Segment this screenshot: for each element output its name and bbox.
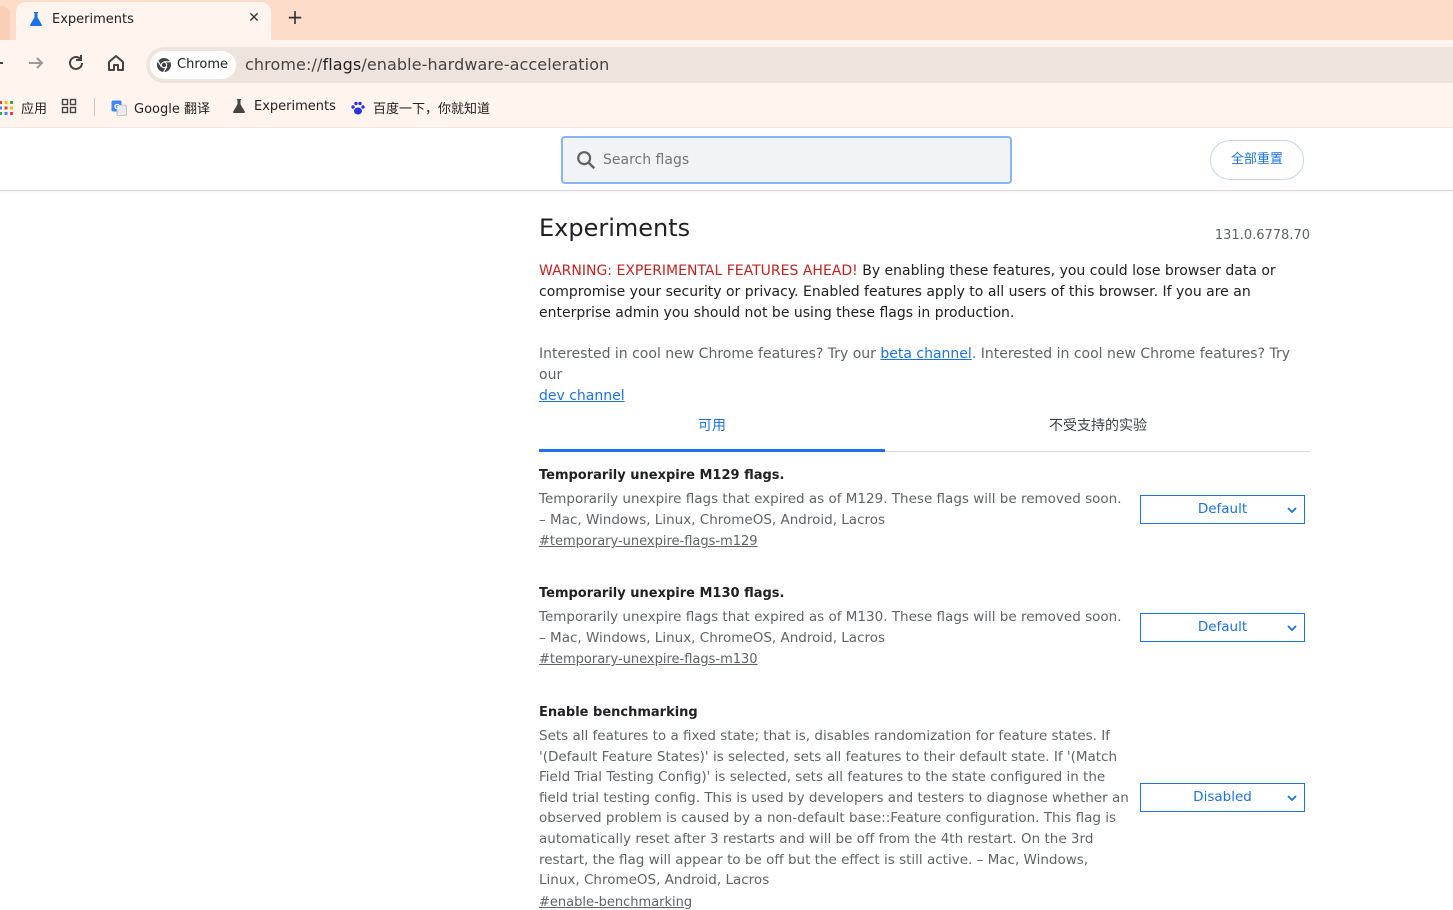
tab-groups-icon	[61, 98, 77, 114]
reload-icon[interactable]	[64, 51, 88, 75]
experiment-description: Temporarily unexpire flags that expired …	[539, 609, 1122, 646]
reset-all-button[interactable]: 全部重置	[1210, 140, 1304, 180]
forward-arrow-icon[interactable]	[24, 51, 48, 75]
flask-icon	[30, 12, 42, 26]
bookmark-label: Google 翻译	[134, 102, 210, 117]
address-bar[interactable]: Chrome chrome://flags/enable-hardware-ac…	[146, 47, 1453, 83]
bookmark-separator	[94, 98, 95, 116]
flags-header: 全部重置	[0, 128, 1453, 191]
experiment-description: Sets all features to a fixed state; that…	[539, 728, 1129, 889]
bookmark-label: 百度一下，你就知道	[373, 102, 491, 117]
home-icon[interactable]	[104, 51, 128, 75]
back-arrow-icon[interactable]	[0, 51, 16, 75]
experiment-permalink[interactable]: #temporary-unexpire-flags-m130	[539, 652, 758, 667]
close-icon[interactable]: ✕	[245, 9, 263, 27]
bookmark-label: 应用	[21, 102, 48, 117]
experiment-description: Temporarily unexpire flags that expired …	[539, 491, 1122, 528]
search-input[interactable]	[603, 138, 1003, 182]
select-value: Default	[1197, 619, 1248, 635]
svg-text:G: G	[114, 103, 120, 111]
url-scheme: chrome://	[245, 55, 323, 74]
tab-strip: Experiments ✕ +	[0, 0, 1453, 40]
select-value: Disabled	[1193, 789, 1252, 805]
experiment-state-select[interactable]: Disabled	[1140, 783, 1305, 812]
chevron-down-icon	[1287, 625, 1297, 632]
new-tab-button[interactable]: +	[284, 7, 306, 29]
bookmark-baidu[interactable]: 百度一下，你就知道	[350, 98, 490, 117]
experiment-name: Temporarily unexpire M129 flags.	[539, 468, 785, 483]
experiment-name: Temporarily unexpire M130 flags.	[539, 586, 785, 601]
tab-title: Experiments	[52, 12, 134, 27]
flask-icon	[233, 99, 245, 113]
search-icon	[577, 151, 596, 170]
experiment-item: Temporarily unexpire M129 flags. Tempora…	[539, 468, 1310, 549]
warning-label: WARNING: EXPERIMENTAL FEATURES AHEAD!	[539, 263, 858, 279]
tab-available[interactable]: 可用	[539, 412, 885, 452]
tab-experiments[interactable]: Experiments ✕	[16, 2, 271, 40]
search-box[interactable]	[561, 136, 1012, 184]
previous-tab-edge[interactable]	[0, 6, 10, 40]
site-chip-label: Chrome	[177, 57, 228, 72]
chrome-logo-icon	[157, 58, 171, 73]
experiment-name: Enable benchmarking	[539, 705, 698, 720]
beta-channel-link[interactable]: beta channel	[880, 346, 971, 362]
select-value: Default	[1197, 501, 1248, 517]
site-info-chip[interactable]: Chrome	[150, 51, 236, 79]
chevron-down-icon	[1287, 507, 1297, 514]
url-path: /enable-hardware-acceleration	[361, 55, 610, 74]
tab-unavailable[interactable]: 不受支持的实验	[925, 412, 1271, 452]
channel-text-1: Interested in cool new Chrome features? …	[539, 346, 881, 362]
chevron-down-icon	[1287, 795, 1297, 802]
experiment-item: Temporarily unexpire M130 flags. Tempora…	[539, 586, 1310, 667]
flags-tabs: 可用 不受支持的实验	[539, 412, 1310, 452]
channel-info: Interested in cool new Chrome features? …	[539, 344, 1310, 407]
experiment-state-select[interactable]: Default	[1140, 495, 1305, 524]
bookmarks-bar: 应用 G Google 翻译 Experiments 百度一下，你就知道	[0, 86, 1453, 128]
bookmark-label: Experiments	[254, 98, 336, 114]
google-translate-icon: G	[111, 100, 127, 116]
bookmark-apps[interactable]: 应用	[0, 98, 47, 117]
bookmark-tab-groups[interactable]	[61, 98, 84, 114]
version-label: 131.0.6778.70	[1214, 228, 1310, 243]
experiment-item: Enable benchmarking Sets all features to…	[539, 705, 1310, 910]
url-host: flags	[322, 55, 362, 74]
bookmark-experiments[interactable]: Experiments	[231, 98, 336, 114]
experiment-state-select[interactable]: Default	[1140, 613, 1305, 642]
dev-channel-link[interactable]: dev channel	[539, 388, 625, 404]
page-title: Experiments	[539, 214, 691, 242]
toolbar: Chrome chrome://flags/enable-hardware-ac…	[0, 40, 1453, 86]
bookmark-google-translate[interactable]: G Google 翻译	[111, 98, 210, 117]
experiment-permalink[interactable]: #enable-benchmarking	[539, 895, 692, 910]
apps-grid-icon	[0, 100, 13, 115]
warning-message: WARNING: EXPERIMENTAL FEATURES AHEAD! By…	[539, 261, 1310, 324]
experiment-permalink[interactable]: #temporary-unexpire-flags-m129	[539, 534, 758, 549]
baidu-paw-icon	[351, 101, 365, 114]
url-text[interactable]: chrome://flags/enable-hardware-accelerat…	[245, 55, 609, 74]
